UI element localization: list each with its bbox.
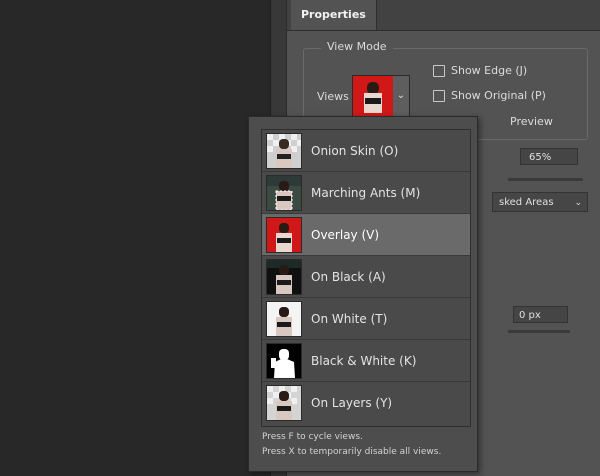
show-original-label: Show Original (P) [451, 89, 546, 102]
mask-areas-select[interactable]: sked Areas ⌄ [492, 192, 588, 212]
view-item-on-black[interactable]: On Black (A) [262, 256, 470, 298]
on-white-icon [267, 302, 301, 336]
hint-cycle-views: Press F to cycle views. [262, 432, 363, 442]
black-white-icon [267, 344, 301, 378]
show-edge-checkbox[interactable] [433, 64, 445, 77]
view-item-marching-ants[interactable]: Marching Ants (M) [262, 172, 470, 214]
view-item-label: Onion Skin (O) [311, 144, 399, 158]
on-layers-thumbnail [266, 385, 302, 421]
overlay-thumbnail [266, 217, 302, 253]
views-dropdown-button[interactable]: ⌄ [393, 75, 410, 117]
radius-input[interactable]: 0 px [513, 306, 568, 323]
chevron-down-icon: ⌄ [396, 90, 406, 101]
view-mode-list: Onion Skin (O) Marching Ants (M) Overlay… [261, 129, 471, 427]
chevron-down-icon: ⌄ [574, 198, 582, 208]
opacity-input[interactable]: 65% [520, 148, 578, 165]
marching-ants-thumbnail [266, 175, 302, 211]
show-edge-label: Show Edge (J) [451, 64, 528, 77]
view-item-label: On Black (A) [311, 270, 386, 284]
on-white-thumbnail [266, 301, 302, 337]
black-white-thumbnail [266, 343, 302, 379]
view-item-label: On Layers (Y) [311, 396, 393, 410]
on-black-thumbnail [266, 259, 302, 295]
onion-skin-icon [267, 134, 301, 168]
panel-tab-bar: Properties [287, 0, 600, 31]
views-label: Views [317, 90, 349, 103]
view-item-overlay[interactable]: Overlay (V) [262, 214, 470, 256]
on-black-icon [267, 260, 301, 294]
preview-label: Preview [510, 115, 553, 128]
view-item-label: On White (T) [311, 312, 388, 326]
view-mode-heading: View Mode [321, 40, 393, 53]
tab-properties[interactable]: Properties [291, 0, 377, 30]
view-item-on-layers[interactable]: On Layers (Y) [262, 382, 470, 424]
opacity-slider-track[interactable] [508, 178, 583, 181]
view-item-on-white[interactable]: On White (T) [262, 298, 470, 340]
view-item-label: Marching Ants (M) [311, 186, 421, 200]
view-item-label: Black & White (K) [311, 354, 417, 368]
radius-slider-track[interactable] [508, 330, 570, 333]
view-item-black-white[interactable]: Black & White (K) [262, 340, 470, 382]
hint-disable-views: Press X to temporarily disable all views… [262, 447, 442, 457]
onion-skin-thumbnail [266, 133, 302, 169]
view-item-onion-skin[interactable]: Onion Skin (O) [262, 130, 470, 172]
mask-select-value: sked Areas [499, 197, 554, 208]
overlay-icon [267, 218, 301, 252]
view-item-label: Overlay (V) [311, 228, 380, 242]
on-layers-icon [267, 386, 301, 420]
show-original-option[interactable]: Show Original (P) [433, 89, 546, 102]
marching-ants-icon [267, 176, 301, 210]
show-original-checkbox[interactable] [433, 89, 445, 102]
overlay-thumbnail-icon [353, 76, 393, 116]
current-view-thumbnail[interactable] [352, 75, 394, 117]
show-edge-option[interactable]: Show Edge (J) [433, 64, 527, 77]
view-mode-popup: Onion Skin (O) Marching Ants (M) Overlay… [248, 116, 478, 472]
document-canvas[interactable] [0, 0, 270, 476]
